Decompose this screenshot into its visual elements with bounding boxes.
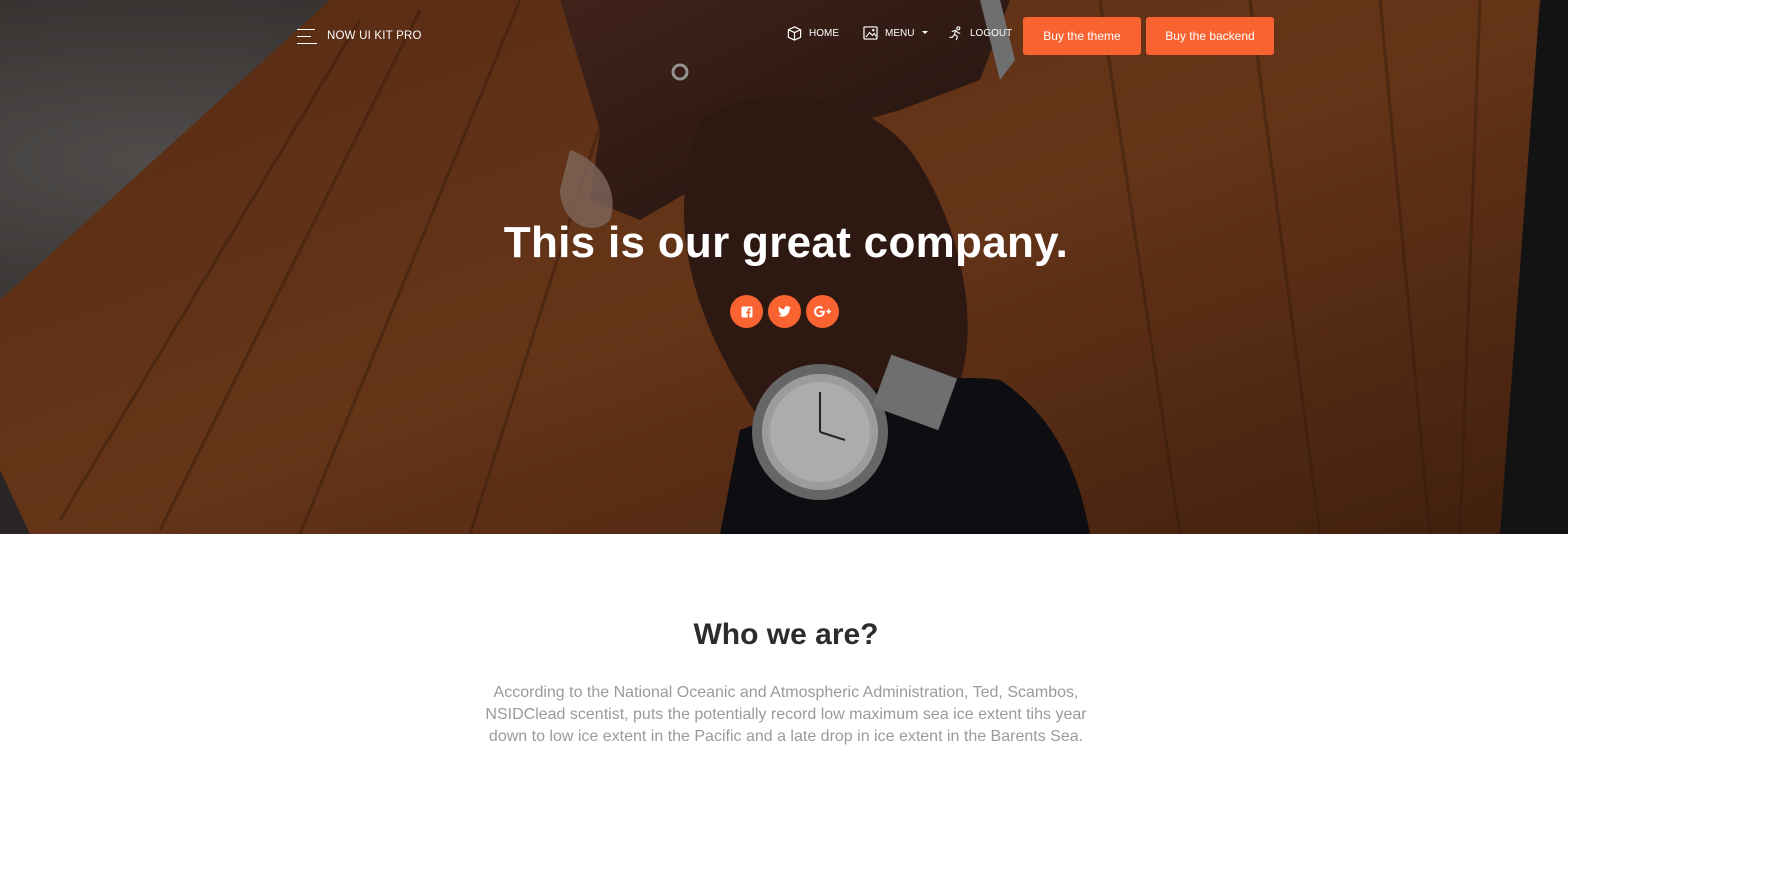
nav-item-label: LOGOUT	[970, 28, 1013, 39]
hero-title: This is our great company.	[503, 218, 1069, 267]
about-title: Who we are?	[693, 618, 879, 651]
runner-icon	[949, 26, 961, 41]
twitter-button[interactable]	[768, 295, 801, 328]
nav-item-menu[interactable]: MENU	[863, 26, 929, 40]
nav-item-label: MENU	[885, 27, 915, 39]
navbar: NOW UI KIT PRO HOME MENU LOGOUT Buy the …	[0, 0, 1568, 72]
about-section: Who we are? According to the National Oc…	[0, 534, 1568, 895]
navbar-brand[interactable]: NOW UI KIT PRO	[297, 26, 422, 46]
buy-backend-button[interactable]: Buy the backend	[1146, 17, 1274, 55]
hero-section: NOW UI KIT PRO HOME MENU LOGOUT Buy the …	[0, 0, 1568, 534]
nav-item-home[interactable]: HOME	[787, 26, 839, 41]
image-icon	[863, 26, 878, 40]
chevron-down-icon	[922, 31, 929, 34]
hamburger-menu-icon[interactable]	[297, 28, 317, 44]
about-description: According to the National Oceanic and At…	[485, 684, 1087, 745]
social-buttons	[730, 295, 839, 328]
facebook-icon	[741, 306, 752, 318]
facebook-button[interactable]	[730, 295, 763, 328]
box-icon	[787, 26, 802, 41]
nav-item-label: HOME	[809, 28, 839, 39]
brand-label: NOW UI KIT PRO	[327, 30, 422, 42]
buy-theme-button[interactable]: Buy the theme	[1023, 17, 1141, 55]
twitter-icon	[778, 306, 791, 317]
google-plus-button[interactable]	[806, 295, 839, 328]
nav-item-logout[interactable]: LOGOUT	[948, 26, 1012, 41]
google-plus-icon	[814, 306, 831, 317]
